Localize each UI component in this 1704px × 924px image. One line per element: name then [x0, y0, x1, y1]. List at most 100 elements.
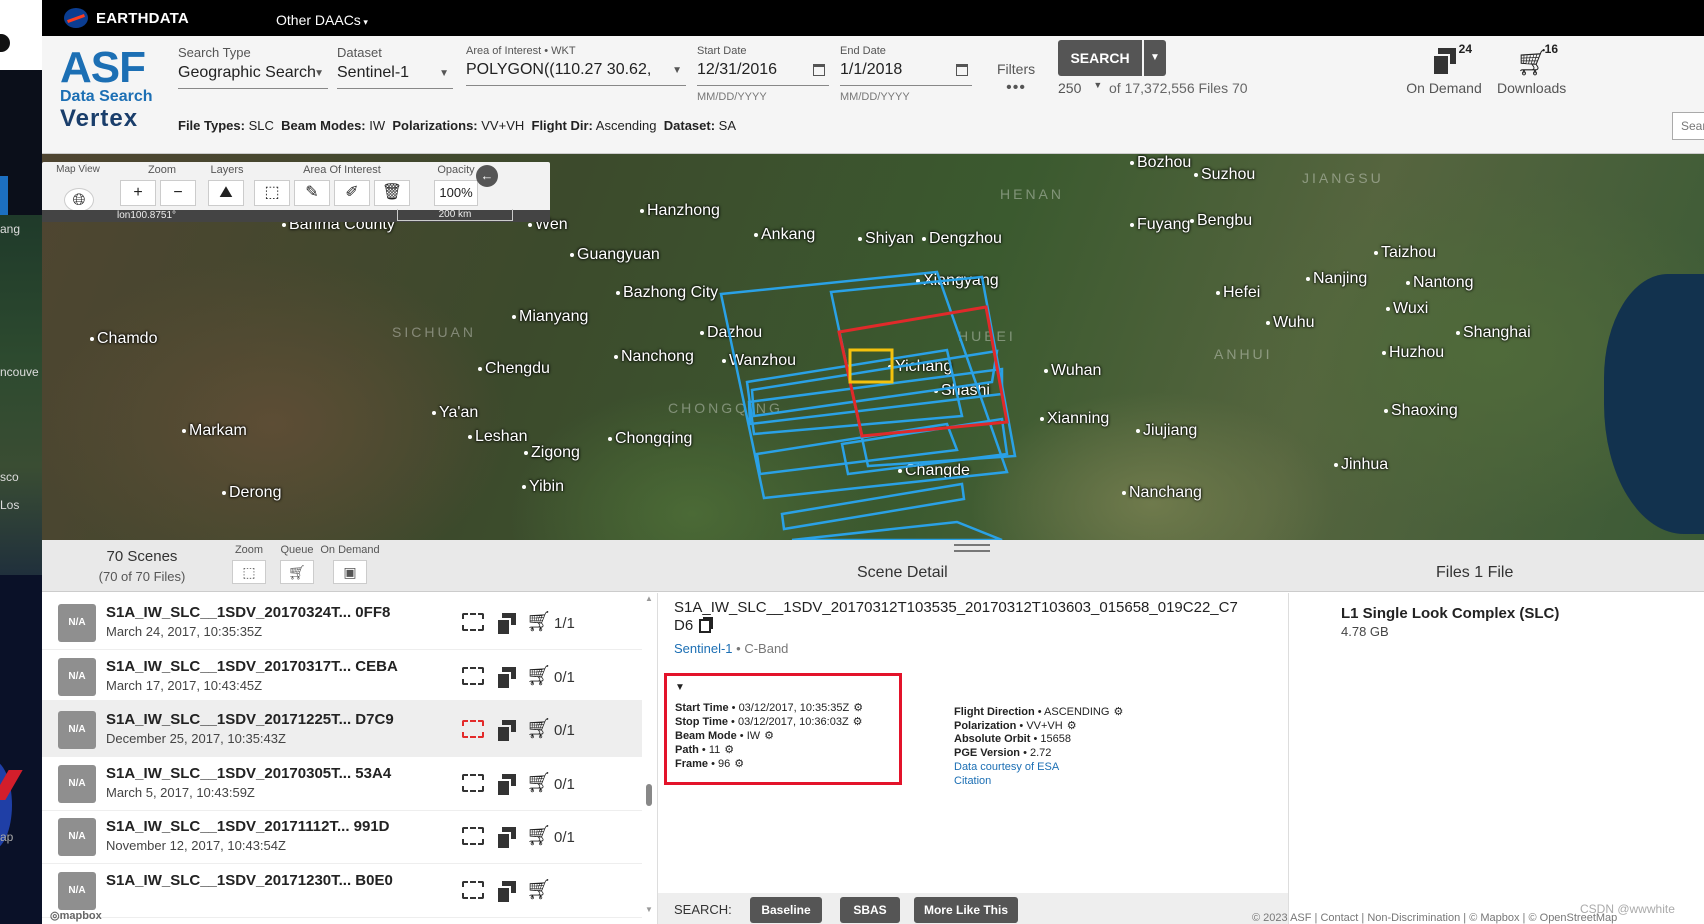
edit-pencil-icon[interactable]: ✎: [294, 180, 330, 206]
chevron-down-icon: ▼: [1093, 80, 1103, 90]
zoom-to-results[interactable]: Zoom ⬚: [229, 544, 269, 584]
cart-icon[interactable]: 🛒︎: [526, 666, 551, 686]
gear-icon[interactable]: ⚙: [724, 743, 734, 756]
list-search-input[interactable]: Sear: [1672, 112, 1704, 140]
scroll-up-icon[interactable]: ▲: [645, 594, 653, 603]
gear-icon[interactable]: ⚙: [853, 715, 863, 728]
max-results-select[interactable]: 250 ▼: [1058, 80, 1102, 96]
edit-off-icon[interactable]: ✐: [334, 180, 370, 206]
scene-thumbnail: N/A: [58, 604, 96, 642]
scene-name: S1A_IW_SLC__1SDV_20170312T103535_2017031…: [674, 599, 1238, 634]
panel-resize-handle[interactable]: [954, 544, 990, 552]
scene-row[interactable]: N/A S1A_IW_SLC__1SDV_20171112T... 991D Nov…: [42, 807, 642, 864]
scene-count: 70 Scenes (70 of 70 Files): [98, 548, 186, 584]
scene-thumbnail: N/A: [58, 657, 96, 696]
results-header: 70 Scenes (70 of 70 Files) Zoom ⬚ Queue …: [42, 540, 1704, 592]
asf-vertex-logo[interactable]: ASF Data Search Vertex: [60, 46, 160, 140]
other-daacs-menu[interactable]: Other DAACs: [276, 12, 368, 28]
cart-icon[interactable]: 🛒︎: [526, 612, 551, 632]
zoom-out-button[interactable]: −: [160, 180, 196, 206]
scroll-down-icon[interactable]: ▼: [645, 905, 653, 914]
more-like-this-button[interactable]: More Like This: [914, 897, 1018, 923]
scene-row[interactable]: N/A S1A_IW_SLC__1SDV_20170324T... 0FF8 Mar…: [42, 593, 642, 650]
aoi-label: Area of Interest • WKT: [466, 45, 576, 57]
search-header: ASF Data Search Vertex Search Type Geogr…: [42, 36, 1704, 154]
zoom-to-scene-icon[interactable]: [462, 880, 484, 899]
scene-row[interactable]: N/A S1A_IW_SLC__1SDV_20171230T... B0E0 🛒︎: [42, 861, 642, 918]
related-search-bar: SEARCH: Baseline SBAS More Like This: [658, 893, 1288, 924]
earthdata-brand[interactable]: EARTHDATA: [96, 10, 189, 27]
zoom-to-scene-icon[interactable]: [462, 613, 484, 631]
start-date-hint: MM/DD/YYYY: [697, 91, 767, 103]
scene-row[interactable]: N/A S1A_IW_SLC__1SDV_20170305T... 53A4 Mar…: [42, 754, 642, 811]
zoom-extent-icon: ⬚: [232, 560, 266, 584]
on-demand-all-button[interactable]: On Demand ▣: [319, 544, 381, 584]
highlighted-metadata-box: ▼ Start Time • 03/12/2017, 10:35:35Z ⚙ St…: [664, 673, 902, 785]
collapse-toolbar-icon[interactable]: ←: [476, 165, 498, 187]
cart-icon[interactable]: 🛒︎: [526, 880, 551, 900]
calendar-icon[interactable]: [813, 64, 825, 76]
esa-courtesy-link[interactable]: Data courtesy of ESA: [954, 761, 1059, 773]
zoom-in-button[interactable]: +: [120, 180, 156, 206]
on-demand-icon[interactable]: [496, 773, 518, 797]
dataset-link[interactable]: Sentinel-1: [674, 641, 733, 656]
zoom-to-scene-icon[interactable]: [462, 827, 484, 845]
zoom-to-scene-icon[interactable]: [462, 720, 484, 738]
on-demand-icon[interactable]: [496, 827, 518, 850]
downloads-count: 16: [1544, 42, 1558, 56]
file-count: 1/1: [554, 615, 575, 632]
scrollbar-thumb[interactable]: [646, 784, 652, 806]
globe-icon[interactable]: 🌐︎: [64, 188, 94, 212]
zoom-to-scene-icon[interactable]: [462, 666, 484, 685]
filters-button[interactable]: Filters •••: [997, 61, 1035, 97]
start-date-field[interactable]: Start Date 12/31/2016 MM/DD/YYYY: [697, 45, 829, 103]
on-demand-queue-button[interactable]: 24 On Demand: [1406, 42, 1482, 96]
on-demand-icon[interactable]: [496, 720, 518, 743]
on-demand-icon[interactable]: [496, 880, 518, 904]
cart-icon[interactable]: 🛒︎: [526, 826, 551, 846]
sbas-button[interactable]: SBAS: [840, 897, 900, 923]
scene-footprint: [791, 520, 1003, 540]
scene-list-scrollbar[interactable]: ▲ ▼: [645, 594, 653, 924]
file-count: 0/1: [554, 775, 575, 793]
layers-icon[interactable]: ⛰︎: [208, 180, 244, 206]
footer-links[interactable]: © 2023 ASF | Contact | Non-Discriminatio…: [1252, 912, 1617, 924]
nasa-logo-icon[interactable]: [64, 8, 88, 28]
scene-row[interactable]: N/A S1A_IW_SLC__1SDV_20171225T... D7C9 Dec…: [42, 700, 642, 757]
scene-date: November 12, 2017, 10:43:54Z: [106, 838, 286, 853]
dataset-select[interactable]: Dataset Sentinel-1 ▼: [337, 45, 453, 89]
aoi-wkt-field[interactable]: Area of Interest • WKT POLYGON((110.27 3…: [466, 45, 686, 86]
citation-link[interactable]: Citation: [954, 775, 991, 787]
gear-icon[interactable]: ⚙: [1113, 705, 1123, 718]
on-demand-icon[interactable]: [496, 613, 518, 636]
beam-mode: Beam Mode • IW ⚙: [675, 729, 775, 742]
collapse-toggle-icon[interactable]: ▼: [675, 682, 685, 693]
search-options-dropdown[interactable]: ▼: [1144, 40, 1166, 76]
gear-icon[interactable]: ⚙: [764, 729, 774, 742]
gear-icon[interactable]: ⚙: [1067, 719, 1077, 732]
cart-icon[interactable]: 🛒︎: [526, 719, 551, 739]
cart-icon[interactable]: 🛒︎: [526, 773, 551, 793]
calendar-icon[interactable]: [956, 64, 968, 76]
draw-box-icon[interactable]: ⬚: [254, 180, 290, 206]
downloads-button[interactable]: 🛒︎ 16 Downloads: [1497, 42, 1566, 96]
copy-icon[interactable]: [699, 619, 712, 634]
scene-row[interactable]: N/A S1A_IW_SLC__1SDV_20170317T... CEBA Mar…: [42, 647, 642, 704]
trash-icon[interactable]: 🗑︎: [374, 180, 410, 206]
search-button[interactable]: SEARCH: [1058, 40, 1142, 76]
scene-date: March 17, 2017, 10:43:45Z: [106, 677, 263, 693]
search-type-select[interactable]: Search Type Geographic Search ▼: [178, 45, 328, 89]
on-demand-icon[interactable]: [496, 666, 518, 690]
chevron-down-icon[interactable]: ▼: [672, 65, 682, 76]
mapbox-logo[interactable]: ◎mapbox: [50, 909, 102, 922]
file-name[interactable]: L1 Single Look Complex (SLC): [1341, 605, 1559, 622]
queue-all-button[interactable]: Queue 🛒︎: [275, 544, 319, 584]
opacity-value[interactable]: 100%: [434, 180, 478, 206]
zoom-to-scene-icon[interactable]: [462, 773, 484, 792]
gear-icon[interactable]: ⚙: [853, 701, 863, 714]
watermark: CSDN @wwwhite: [1580, 902, 1675, 916]
end-date-field[interactable]: End Date 1/1/2018 MM/DD/YYYY: [840, 45, 972, 103]
baseline-button[interactable]: Baseline: [750, 897, 822, 923]
results-count: of 17,372,556 Files 70: [1109, 80, 1248, 96]
gear-icon[interactable]: ⚙: [734, 757, 744, 770]
